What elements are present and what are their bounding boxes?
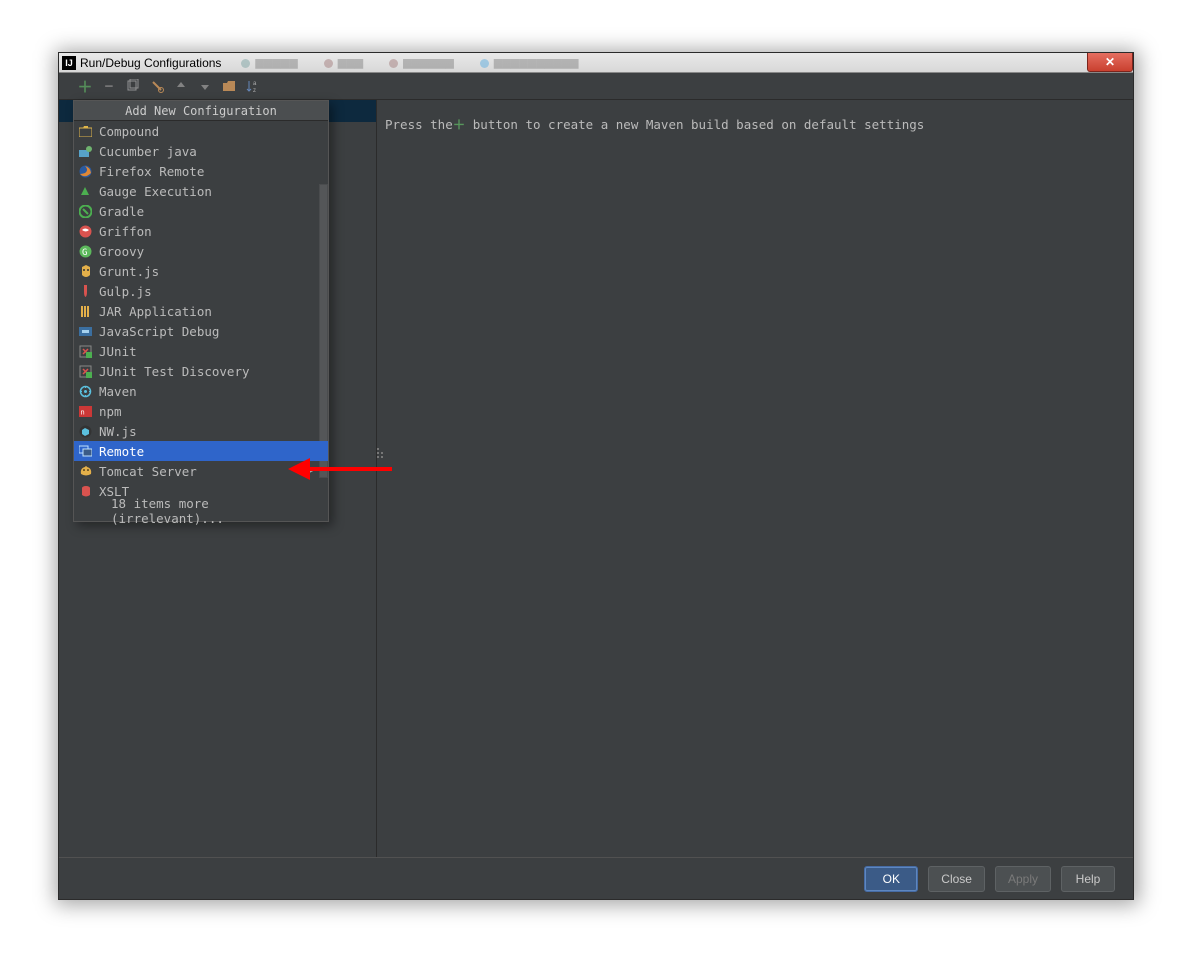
hint-panel: Press the＋ button to create a new Maven … bbox=[377, 100, 1133, 857]
menu-item-gulp-js[interactable]: Gulp.js bbox=[74, 281, 328, 301]
jar-icon bbox=[78, 304, 93, 319]
menu-item-label: NW.js bbox=[99, 424, 137, 439]
ok-button[interactable]: OK bbox=[864, 866, 918, 892]
menu-item-junit[interactable]: JUnit bbox=[74, 341, 328, 361]
junit-discover-icon bbox=[78, 364, 93, 379]
add-new-configuration-popup: Add New Configuration Compound Cucumber j… bbox=[73, 100, 329, 522]
junit-icon bbox=[78, 344, 93, 359]
gulp-icon bbox=[78, 284, 93, 299]
move-down-button[interactable] bbox=[197, 78, 213, 94]
menu-item-label: JUnit Test Discovery bbox=[99, 364, 250, 379]
gradle-icon bbox=[78, 204, 93, 219]
nwjs-icon bbox=[78, 424, 93, 439]
compound-icon bbox=[78, 124, 93, 139]
hint-text-suffix: button to create a new Maven build based… bbox=[473, 117, 925, 132]
menu-item-junit-test-discovery[interactable]: JUnit Test Discovery bbox=[74, 361, 328, 381]
apply-button[interactable]: Apply bbox=[995, 866, 1051, 892]
menu-item-label: Gradle bbox=[99, 204, 144, 219]
menu-item-label: Grunt.js bbox=[99, 264, 159, 279]
split-grip[interactable] bbox=[377, 448, 385, 460]
popup-title: Add New Configuration bbox=[74, 101, 328, 121]
remote-icon bbox=[78, 444, 93, 459]
close-button[interactable]: Close bbox=[928, 866, 985, 892]
menu-item-18-items-more-irrelevant[interactable]: 18 items more (irrelevant)... bbox=[74, 501, 328, 521]
menu-item-label: Tomcat Server bbox=[99, 464, 197, 479]
tomcat-icon bbox=[78, 464, 93, 479]
edit-defaults-button[interactable] bbox=[149, 78, 165, 94]
menu-item-label: Maven bbox=[99, 384, 137, 399]
js-debug-icon bbox=[78, 324, 93, 339]
submenu-arrow-icon: ▶ bbox=[309, 466, 314, 476]
plus-icon: ＋ bbox=[453, 117, 466, 132]
svg-text:z: z bbox=[253, 88, 256, 93]
gauge-icon bbox=[78, 184, 93, 199]
svg-text:n: n bbox=[81, 408, 85, 416]
maven-icon bbox=[78, 384, 93, 399]
svg-text:G: G bbox=[82, 248, 87, 258]
menu-item-label: JAR Application bbox=[99, 304, 212, 319]
remove-config-button[interactable]: − bbox=[101, 78, 117, 94]
move-up-button[interactable] bbox=[173, 78, 189, 94]
menu-item-label: Gauge Execution bbox=[99, 184, 212, 199]
sort-button[interactable]: az bbox=[245, 78, 261, 94]
menu-item-maven[interactable]: Maven bbox=[74, 381, 328, 401]
menu-item-npm[interactable]: n npm bbox=[74, 401, 328, 421]
menu-item-label: Griffon bbox=[99, 224, 152, 239]
menu-item-label: Remote bbox=[99, 444, 144, 459]
app-icon: IJ bbox=[62, 56, 76, 70]
menu-item-compound[interactable]: Compound bbox=[74, 121, 328, 141]
menu-item-label: Gulp.js bbox=[99, 284, 152, 299]
close-icon: ✕ bbox=[1105, 55, 1115, 69]
menu-item-gradle[interactable]: Gradle bbox=[74, 201, 328, 221]
firefox-icon bbox=[78, 164, 93, 179]
menu-item-grunt-js[interactable]: Grunt.js bbox=[74, 261, 328, 281]
menu-item-javascript-debug[interactable]: JavaScript Debug bbox=[74, 321, 328, 341]
dialog-button-bar: OK Close Apply Help bbox=[59, 857, 1133, 899]
menu-item-firefox-remote[interactable]: Firefox Remote bbox=[74, 161, 328, 181]
menu-item-cucumber-java[interactable]: Cucumber java bbox=[74, 141, 328, 161]
folder-button[interactable] bbox=[221, 78, 237, 94]
menu-item-label: Cucumber java bbox=[99, 144, 197, 159]
menu-item-groovy[interactable]: G Groovy bbox=[74, 241, 328, 261]
menu-item-label: 18 items more (irrelevant)... bbox=[111, 496, 320, 526]
svg-text:a: a bbox=[253, 81, 257, 87]
menu-item-nw-js[interactable]: NW.js bbox=[74, 421, 328, 441]
menu-item-label: JUnit bbox=[99, 344, 137, 359]
npm-icon: n bbox=[78, 404, 93, 419]
config-tree-panel[interactable]: Add New Configuration Compound Cucumber j… bbox=[59, 100, 377, 857]
menu-item-label: Groovy bbox=[99, 244, 144, 259]
groovy-icon: G bbox=[78, 244, 93, 259]
menu-item-label: Firefox Remote bbox=[99, 164, 204, 179]
help-button[interactable]: Help bbox=[1061, 866, 1115, 892]
window-close-button[interactable]: ✕ bbox=[1087, 53, 1133, 72]
menu-item-jar-application[interactable]: JAR Application bbox=[74, 301, 328, 321]
menu-item-gauge-execution[interactable]: Gauge Execution bbox=[74, 181, 328, 201]
xslt-icon bbox=[78, 484, 93, 499]
hint-text-prefix: Press the bbox=[385, 117, 453, 132]
menu-item-remote[interactable]: Remote bbox=[74, 441, 328, 461]
run-debug-config-dialog: IJ Run/Debug Configurations ▆▆▆▆▆ ▆▆▆ ▆▆… bbox=[58, 52, 1134, 900]
background-tabs: ▆▆▆▆▆ ▆▆▆ ▆▆▆▆▆▆ ▆▆▆▆▆▆▆▆▆▆ bbox=[241, 56, 578, 69]
menu-item-label: npm bbox=[99, 404, 122, 419]
copy-config-button[interactable] bbox=[125, 78, 141, 94]
add-config-button[interactable]: ＋ bbox=[77, 78, 93, 94]
menu-item-tomcat-server[interactable]: Tomcat Server ▶ bbox=[74, 461, 328, 481]
grunt-icon bbox=[78, 264, 93, 279]
menu-item-griffon[interactable]: Griffon bbox=[74, 221, 328, 241]
menu-item-label: JavaScript Debug bbox=[99, 324, 219, 339]
titlebar: IJ Run/Debug Configurations ▆▆▆▆▆ ▆▆▆ ▆▆… bbox=[59, 53, 1133, 73]
dialog-title: Run/Debug Configurations bbox=[80, 56, 221, 70]
griffon-icon bbox=[78, 224, 93, 239]
cucumber-icon bbox=[78, 144, 93, 159]
toolbar: ＋ − az bbox=[59, 73, 1133, 99]
menu-item-label: Compound bbox=[99, 124, 159, 139]
